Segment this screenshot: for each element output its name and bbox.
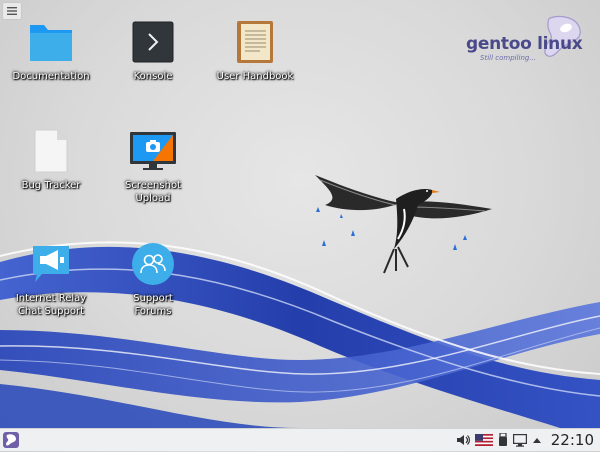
desktop-icon-label: Support Forums xyxy=(133,293,173,317)
gentoo-branding: gentoo linux Still compiling... xyxy=(466,14,586,74)
system-tray: 22:10 xyxy=(456,429,600,451)
folder-icon xyxy=(27,18,75,66)
gentoo-launcher-icon xyxy=(6,434,16,446)
bird-illustration xyxy=(315,175,492,274)
taskbar: 22:10 xyxy=(0,428,600,451)
desktop-icon-bug-tracker[interactable]: Bug Tracker xyxy=(1,127,101,192)
users-icon xyxy=(129,240,177,288)
desktop-icon-konsole[interactable]: Konsole xyxy=(103,18,203,83)
desktop-icon-user-handbook[interactable]: User Handbook xyxy=(205,18,305,83)
desktop-icon-screenshot-upload[interactable]: Screenshot Upload xyxy=(103,127,203,205)
taskbar-clock[interactable]: 22:10 xyxy=(551,431,594,449)
brand-tagline: Still compiling... xyxy=(480,54,537,62)
screenshot-icon xyxy=(129,127,177,175)
network-icon[interactable] xyxy=(512,433,527,447)
usb-device-icon[interactable] xyxy=(498,433,508,447)
megaphone-icon xyxy=(27,240,75,288)
document-icon xyxy=(27,127,75,175)
desktop-icon-support-forums[interactable]: Support Forums xyxy=(103,240,203,318)
brand-name: gentoo linux xyxy=(466,34,583,54)
application-launcher-button[interactable] xyxy=(3,432,19,448)
keyboard-layout-flag-icon[interactable] xyxy=(474,434,493,446)
handbook-icon xyxy=(231,18,279,66)
terminal-icon xyxy=(129,18,177,66)
desktop-icon-label: Konsole xyxy=(133,71,173,82)
desktop-icon-irc-support[interactable]: Internet Relay Chat Support xyxy=(1,240,101,318)
desktop-icon-label: Bug Tracker xyxy=(21,180,81,191)
volume-icon[interactable] xyxy=(456,434,470,446)
desktop-icon-label: Documentation xyxy=(12,71,90,82)
hamburger-icon xyxy=(7,7,17,15)
desktop-icon-label: Screenshot Upload xyxy=(125,180,181,204)
desktop-icon-label: Internet Relay Chat Support xyxy=(15,293,87,317)
desktop[interactable]: Documentation Konsole User Handbook Bug … xyxy=(0,0,600,428)
desktop-icon-label: User Handbook xyxy=(216,71,294,82)
desktop-icon-documentation[interactable]: Documentation xyxy=(1,18,101,83)
expand-tray-arrow-icon[interactable] xyxy=(532,436,542,444)
